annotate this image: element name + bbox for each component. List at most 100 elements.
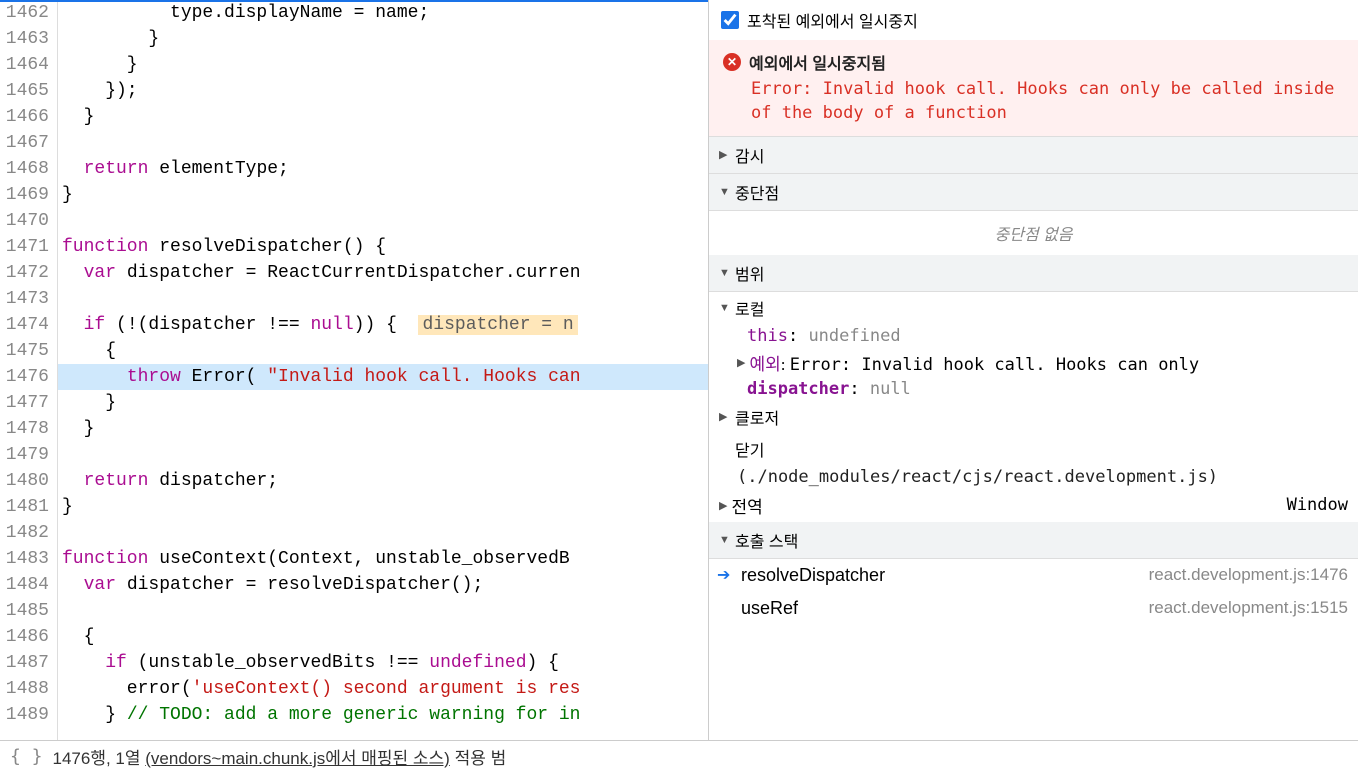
closure2-label: 닫기	[735, 437, 764, 461]
code-line[interactable]: {	[58, 338, 708, 364]
code-line[interactable]: var dispatcher = ReactCurrentDispatcher.…	[58, 260, 708, 286]
code-line[interactable]: function useContext(Context, unstable_ob…	[58, 546, 708, 572]
closure2-path: (./node_modules/react/cjs/react.developm…	[709, 465, 1358, 489]
global-value: Window	[1287, 495, 1348, 515]
expand-icon: ▶	[719, 499, 727, 512]
line-number[interactable]: 1489	[4, 702, 49, 728]
debugger-sidebar[interactable]: 포착된 예외에서 일시중지 ✕ 예외에서 일시중지됨 Error: Invali…	[708, 0, 1358, 740]
code-line[interactable]: }	[58, 52, 708, 78]
collapse-icon: ▼	[719, 302, 731, 314]
current-frame-icon: ➔	[717, 565, 730, 585]
watch-label: 감시	[735, 143, 764, 167]
code-line[interactable]	[58, 130, 708, 156]
prop-val-dispatcher: null	[870, 379, 911, 399]
code-line[interactable]	[58, 598, 708, 624]
line-number[interactable]: 1477	[4, 390, 49, 416]
pause-on-caught-checkbox[interactable]	[721, 11, 739, 29]
line-number[interactable]: 1473	[4, 286, 49, 312]
breakpoints-section-header[interactable]: ▼ 중단점	[709, 174, 1358, 211]
scope-section-header[interactable]: ▼ 범위	[709, 255, 1358, 292]
exception-message: Error: Invalid hook call. Hooks can only…	[723, 78, 1344, 126]
line-number[interactable]: 1487	[4, 650, 49, 676]
code-line[interactable]: throw Error( "Invalid hook call. Hooks c…	[58, 364, 708, 390]
code-line[interactable]: error('useContext() second argument is r…	[58, 676, 708, 702]
callstack-frame[interactable]: useRefreact.development.js:1515	[709, 592, 1358, 625]
code-line[interactable]: }	[58, 390, 708, 416]
source-code-panel[interactable]: 1462146314641465146614671468146914701471…	[0, 0, 708, 740]
line-number[interactable]: 1471	[4, 234, 49, 260]
line-number[interactable]: 1485	[4, 598, 49, 624]
line-number[interactable]: 1462	[4, 0, 49, 26]
collapse-icon: ▼	[719, 267, 731, 279]
line-number[interactable]: 1467	[4, 130, 49, 156]
callstack-location: react.development.js:1476	[1149, 565, 1348, 585]
line-number[interactable]: 1476	[4, 364, 49, 390]
code-line[interactable]	[58, 208, 708, 234]
line-number[interactable]: 1478	[4, 416, 49, 442]
code-line[interactable]	[58, 442, 708, 468]
scope-this-row[interactable]: this: undefined	[709, 324, 1358, 348]
line-number[interactable]: 1481	[4, 494, 49, 520]
prop-key-this: this	[747, 326, 788, 346]
line-number[interactable]: 1470	[4, 208, 49, 234]
line-number[interactable]: 1469	[4, 182, 49, 208]
code-line[interactable]: return dispatcher;	[58, 468, 708, 494]
callstack-section-header[interactable]: ▼ 호출 스택	[709, 522, 1358, 559]
code-line[interactable]: }	[58, 416, 708, 442]
code-line[interactable]: type.displayName = name;	[58, 0, 708, 26]
line-number[interactable]: 1483	[4, 546, 49, 572]
code-line[interactable]: if (unstable_observedBits !== undefined)…	[58, 650, 708, 676]
callstack-frame[interactable]: ➔resolveDispatcher react.development.js:1…	[709, 559, 1358, 592]
line-number[interactable]: 1466	[4, 104, 49, 130]
watch-section-header[interactable]: ▶ 감시	[709, 137, 1358, 174]
closure-label: 클로저	[735, 405, 779, 429]
expand-icon: ▶	[719, 148, 731, 161]
code-content[interactable]: type.displayName = name; } } }); } retur…	[58, 0, 708, 740]
scope-global-row[interactable]: ▶ 전역 Window	[709, 489, 1358, 522]
code-line[interactable]: function resolveDispatcher() {	[58, 234, 708, 260]
line-number[interactable]: 1484	[4, 572, 49, 598]
line-number[interactable]: 1488	[4, 676, 49, 702]
line-number[interactable]: 1463	[4, 26, 49, 52]
line-number[interactable]: 1472	[4, 260, 49, 286]
line-number[interactable]: 1474	[4, 312, 49, 338]
error-icon: ✕	[723, 53, 741, 71]
expand-icon: ▶	[737, 356, 745, 369]
code-line[interactable]	[58, 520, 708, 546]
scope-closure-header[interactable]: ▶ 클로저	[709, 401, 1358, 433]
prop-key-exception: 예외	[749, 355, 780, 375]
line-number[interactable]: 1465	[4, 78, 49, 104]
line-number[interactable]: 1482	[4, 520, 49, 546]
line-number[interactable]: 1479	[4, 442, 49, 468]
code-line[interactable]: } // TODO: add a more generic warning fo…	[58, 702, 708, 728]
code-line[interactable]: return elementType;	[58, 156, 708, 182]
code-line[interactable]: }	[58, 494, 708, 520]
collapse-icon: ▼	[719, 534, 731, 546]
pause-on-caught-exceptions-row[interactable]: 포착된 예외에서 일시중지	[709, 0, 1358, 40]
code-line[interactable]: var dispatcher = resolveDispatcher();	[58, 572, 708, 598]
scope-exception-row[interactable]: ▶ 예외: Error: Invalid hook call. Hooks ca…	[709, 348, 1358, 377]
line-number-gutter[interactable]: 1462146314641465146614671468146914701471…	[0, 0, 58, 740]
line-number[interactable]: 1486	[4, 624, 49, 650]
line-number[interactable]: 1464	[4, 52, 49, 78]
line-number[interactable]: 1480	[4, 468, 49, 494]
code-line[interactable]	[58, 286, 708, 312]
callstack-function: resolveDispatcher	[719, 565, 885, 586]
pretty-print-icon[interactable]: { }	[10, 746, 43, 767]
collapse-icon: ▼	[719, 186, 731, 198]
scope-local-header[interactable]: ▼ 로컬	[709, 292, 1358, 324]
prop-key-dispatcher: dispatcher	[747, 379, 849, 399]
paused-title: 예외에서 일시중지됨	[749, 50, 886, 74]
code-line[interactable]: {	[58, 624, 708, 650]
code-line[interactable]: }	[58, 26, 708, 52]
code-line[interactable]: if (!(dispatcher !== null)) { dispatcher…	[58, 312, 708, 338]
code-line[interactable]: });	[58, 78, 708, 104]
code-line[interactable]: }	[58, 182, 708, 208]
status-bar: { } 1476행, 1열 (vendors~main.chunk.js에서 매…	[0, 740, 1358, 772]
line-number[interactable]: 1468	[4, 156, 49, 182]
code-line[interactable]: }	[58, 104, 708, 130]
expand-icon: ▶	[719, 410, 731, 423]
scope-closure2-header[interactable]: 닫기	[709, 433, 1358, 465]
scope-dispatcher-row[interactable]: dispatcher: null	[709, 377, 1358, 401]
line-number[interactable]: 1475	[4, 338, 49, 364]
